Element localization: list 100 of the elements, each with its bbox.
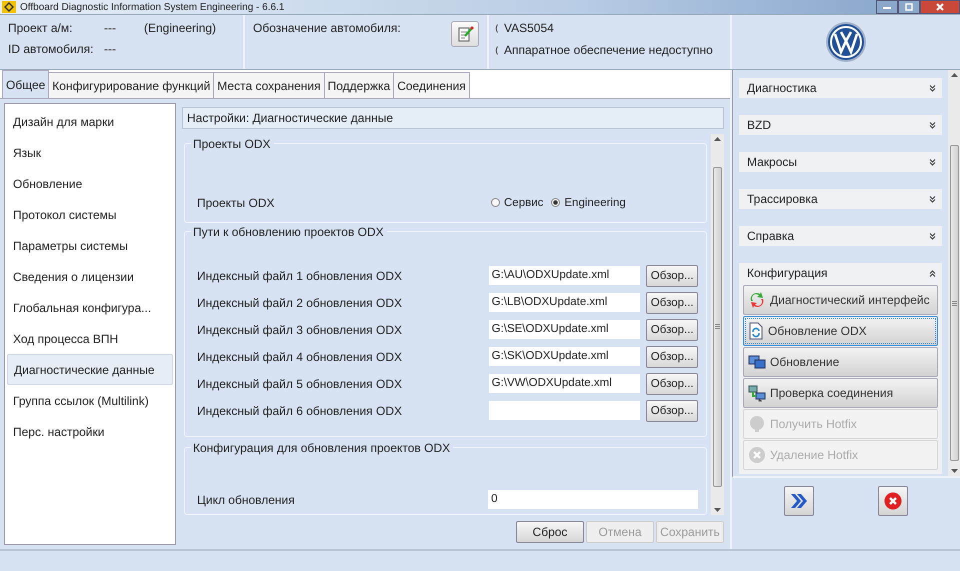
browse-button[interactable]: Обзор... xyxy=(646,264,698,286)
radio-button[interactable] xyxy=(551,198,560,207)
cancel-button[interactable] xyxy=(878,486,908,516)
browse-button[interactable]: Обзор... xyxy=(646,346,698,368)
project-label: Проект а/м: xyxy=(8,21,74,35)
group-legend: Конфигурация для обновления проектов ODX xyxy=(191,441,454,455)
sidebar-item[interactable]: Обновление xyxy=(7,168,173,199)
sync-arrows-icon xyxy=(748,291,766,309)
edit-button[interactable] xyxy=(451,21,479,47)
scroll-thumb[interactable] xyxy=(950,145,958,461)
collapse-icon xyxy=(929,270,936,276)
input-field[interactable]: G:\LB\ODXUpdate.xml xyxy=(488,293,640,312)
tab[interactable]: Конфигурирование функций xyxy=(48,72,214,98)
close-icon xyxy=(884,492,902,510)
config-button[interactable]: Обновление ODX xyxy=(743,316,938,346)
grip-icon xyxy=(715,324,720,329)
close-icon xyxy=(936,3,944,11)
field-label: Цикл обновления xyxy=(197,492,296,506)
maximize-icon xyxy=(905,3,913,11)
radio-option[interactable]: Сервис xyxy=(491,196,544,208)
double-chevron-icon xyxy=(790,492,808,508)
app-icon xyxy=(2,1,16,13)
settings-heading: Настройки: Диагностические данные xyxy=(182,107,724,129)
accordion-header[interactable]: Конфигурация xyxy=(739,263,942,283)
interface-status: Аппаратное обеспечение недоступно xyxy=(504,43,713,57)
logo-icon xyxy=(825,21,867,63)
scroll-up-icon xyxy=(950,73,958,77)
scrollbar[interactable] xyxy=(948,70,960,476)
close-button[interactable] xyxy=(920,0,960,14)
input-field[interactable]: G:\AU\ODXUpdate.xml xyxy=(488,266,640,285)
sidebar-item[interactable]: Протокол системы xyxy=(7,199,173,230)
browse-button[interactable]: Обзор... xyxy=(646,372,698,394)
field-label: Индексный файл 4 обновления ODX xyxy=(197,350,403,364)
input-field[interactable]: G:\VW\ODXUpdate.xml xyxy=(488,374,640,393)
field-label: Индексный файл 3 обновления ODX xyxy=(197,322,403,336)
expand-icon xyxy=(929,84,936,92)
input-field[interactable]: G:\SK\ODXUpdate.xml xyxy=(488,347,640,366)
action-button[interactable]: Сброс xyxy=(516,521,584,543)
sidebar-item[interactable]: Группа ссылок (Multilink) xyxy=(7,385,173,416)
maximize-button[interactable] xyxy=(898,0,920,14)
radio-option[interactable]: Engineering xyxy=(551,196,626,208)
sphere-icon xyxy=(748,415,766,433)
scroll-thumb[interactable] xyxy=(713,166,722,486)
tab[interactable]: Поддержка xyxy=(324,72,394,98)
interface-status: VAS5054 xyxy=(504,21,554,35)
config-button[interactable]: Обновление xyxy=(743,347,938,377)
scroll-down-icon xyxy=(714,508,721,512)
sidebar-item[interactable]: Диагностические данные xyxy=(7,354,173,385)
network-computers-icon xyxy=(748,384,766,402)
project-mode: (Engineering) xyxy=(144,21,216,35)
sidebar-item[interactable]: Параметры системы xyxy=(7,230,173,261)
expand-icon xyxy=(929,232,936,240)
group-legend: Проекты ODX xyxy=(191,137,274,151)
sidebar-item[interactable]: Язык xyxy=(7,137,173,168)
designation-label: Обозначение автомобиля: xyxy=(253,21,401,35)
vehicle-id-label: ID автомобиля: xyxy=(8,42,94,56)
window-title: Offboard Diagnostic Information System Engineering - 6.6.1 xyxy=(20,2,284,12)
sidebar-item[interactable]: Сведения о лицензии xyxy=(7,261,173,292)
sidebar-item[interactable]: Перс. настройки xyxy=(7,416,173,447)
accordion-header[interactable]: Справка xyxy=(739,226,942,246)
scroll-down-icon xyxy=(950,469,958,473)
browse-button[interactable]: Обзор... xyxy=(646,400,698,422)
tab[interactable]: Соединения xyxy=(393,72,470,98)
tab[interactable]: Места сохранения xyxy=(213,72,325,98)
input-field[interactable] xyxy=(488,401,640,420)
minimize-button[interactable] xyxy=(876,0,898,14)
expand-icon xyxy=(929,158,936,166)
expand-icon xyxy=(929,196,936,202)
group-legend: Пути к обновлению проектов ODX xyxy=(191,225,387,239)
config-button[interactable]: Диагностический интерфейс xyxy=(743,285,938,315)
sidebar-item[interactable]: Глобальная конфигура... xyxy=(7,292,173,323)
scrollbar[interactable] xyxy=(711,134,724,515)
field-label: Индексный файл 1 обновления ODX xyxy=(197,268,403,282)
accordion-header[interactable]: Диагностика xyxy=(739,78,942,98)
config-button[interactable]: Проверка соединения xyxy=(743,378,938,408)
field-label: Проекты ODX xyxy=(197,196,276,210)
accordion-header[interactable]: Макросы xyxy=(739,152,942,172)
scroll-up-icon xyxy=(714,137,721,141)
document-icon xyxy=(748,322,764,340)
accordion-header[interactable]: Трассировка xyxy=(739,189,942,209)
browse-button[interactable]: Обзор... xyxy=(646,292,698,314)
sidebar-item[interactable]: Дизайн для марки xyxy=(7,106,173,137)
notepad-pencil-icon xyxy=(456,25,474,43)
tab[interactable]: Общее xyxy=(2,70,50,98)
delete-icon xyxy=(748,446,766,464)
expand-icon xyxy=(929,122,936,128)
monitors-icon xyxy=(748,355,766,369)
grip-icon xyxy=(952,300,956,306)
field-label: Индексный файл 5 обновления ODX xyxy=(197,376,403,390)
radio-button[interactable] xyxy=(491,198,500,207)
accordion-header[interactable]: BZD xyxy=(739,115,942,135)
input-field[interactable]: 0 xyxy=(488,490,698,509)
field-label: Индексный файл 6 обновления ODX xyxy=(197,404,403,418)
input-field[interactable]: G:\SE\ODXUpdate.xml xyxy=(488,320,640,339)
sidebar-item[interactable]: Ход процесса ВПН xyxy=(7,323,173,354)
browse-button[interactable]: Обзор... xyxy=(646,318,698,340)
forward-button[interactable] xyxy=(784,486,814,516)
vehicle-id-value: --- xyxy=(104,42,116,56)
field-label: Индексный файл 2 обновления ODX xyxy=(197,296,403,310)
minimize-icon xyxy=(883,6,891,8)
